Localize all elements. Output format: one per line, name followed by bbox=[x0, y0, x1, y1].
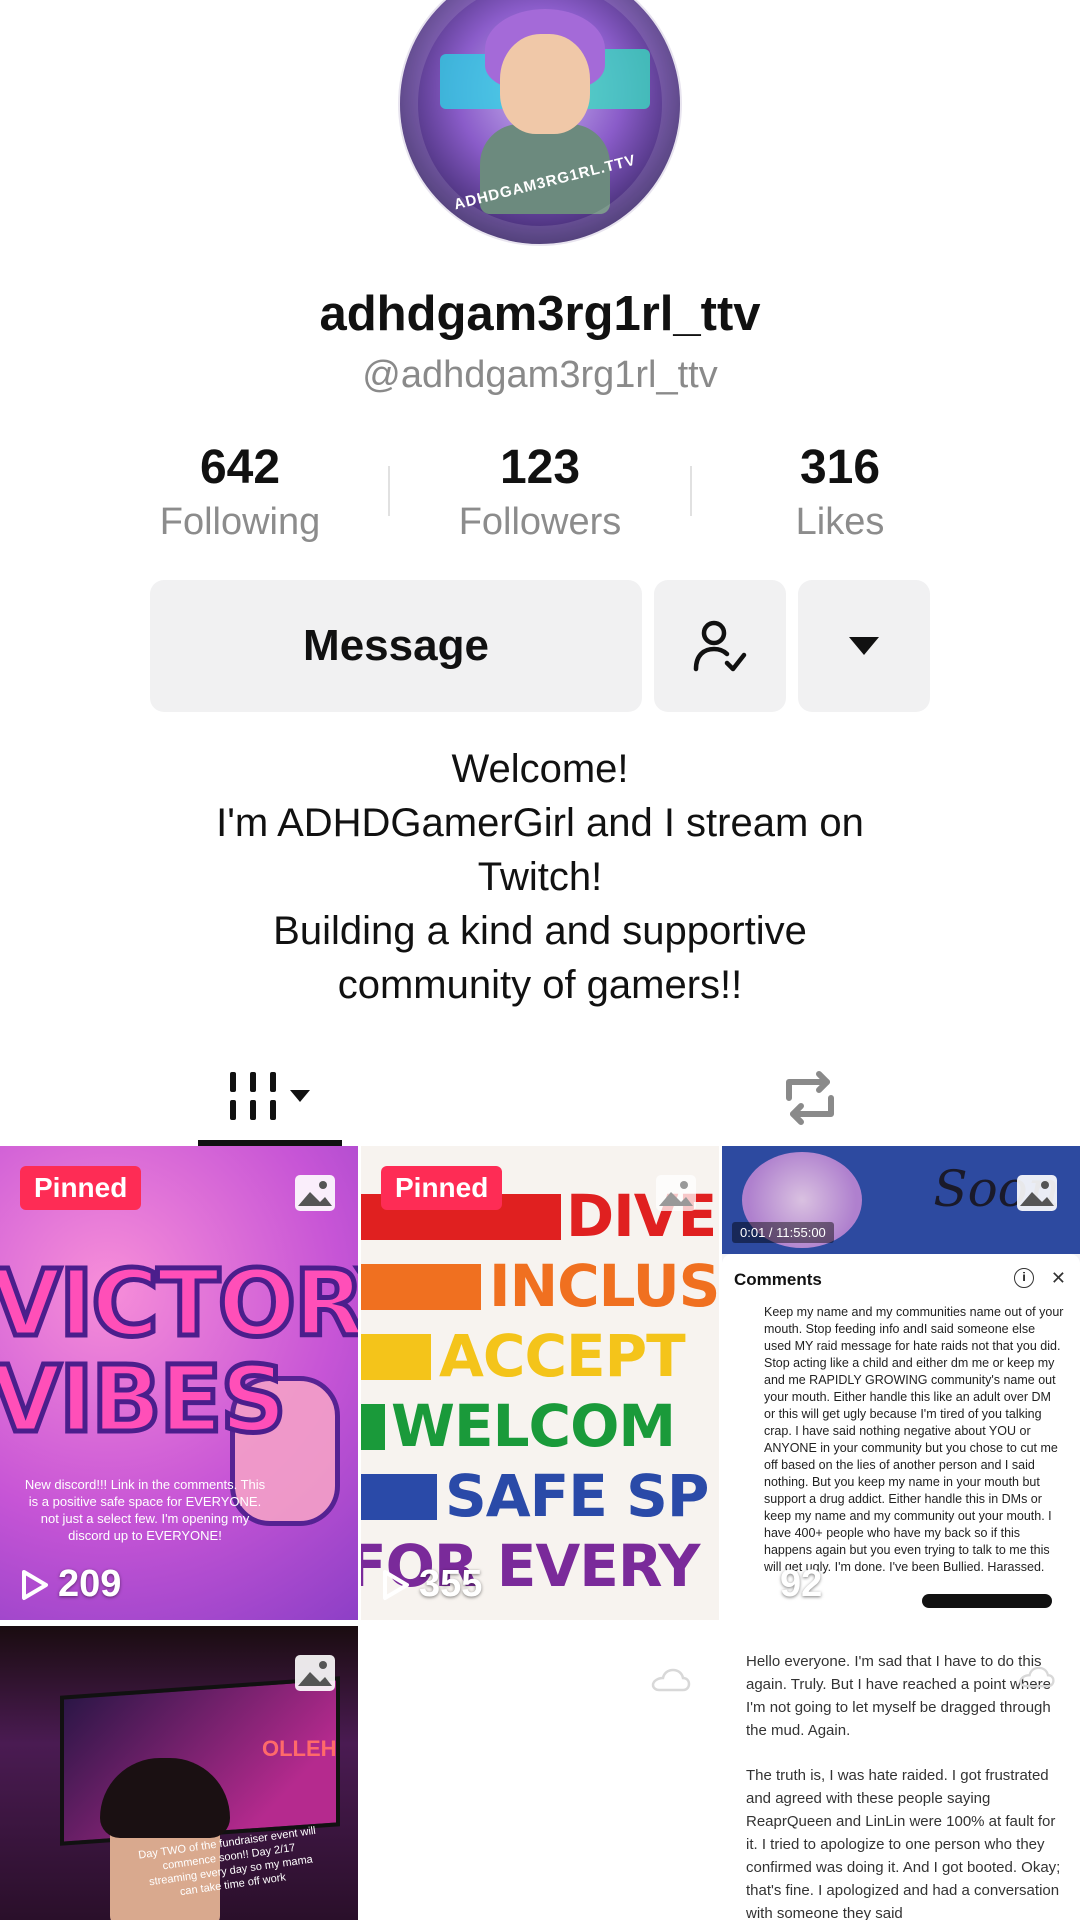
close-icon: ✕ bbox=[1050, 1268, 1066, 1288]
stat-following[interactable]: 642 Following bbox=[120, 440, 360, 544]
post-thumbnail[interactable]: VICTORY VIBES New discord!!! Link in the… bbox=[0, 1146, 358, 1620]
display-name: adhdgam3rg1rl_ttv bbox=[319, 287, 761, 341]
pinned-badge: Pinned bbox=[381, 1166, 503, 1210]
stripe-bar bbox=[361, 1404, 385, 1450]
profile-tabs bbox=[0, 1050, 1080, 1146]
stripe-word: SAFE SP bbox=[445, 1462, 709, 1530]
following-status-button[interactable] bbox=[654, 580, 786, 712]
post-thumbnail[interactable]: Hello everyone. I'm sad that I have to d… bbox=[722, 1626, 1080, 1920]
cloud-icon bbox=[651, 1668, 691, 1692]
following-label: Following bbox=[159, 501, 321, 543]
comments-sheet-title: Comments bbox=[734, 1270, 822, 1289]
play-icon bbox=[383, 1569, 409, 1600]
stripe-word: WELCOM bbox=[391, 1392, 676, 1460]
post-title-line: VICTORY bbox=[0, 1250, 358, 1357]
redaction-mark bbox=[922, 1594, 1052, 1608]
tab-reposts[interactable] bbox=[760, 1050, 860, 1146]
view-count-value: 92 bbox=[780, 1563, 823, 1605]
tab-videos[interactable] bbox=[198, 1050, 342, 1146]
grid-icon bbox=[230, 1072, 310, 1120]
stat-likes[interactable]: 316 Likes bbox=[720, 440, 960, 544]
photo-icon bbox=[295, 1175, 335, 1211]
view-count: 209 bbox=[20, 1563, 121, 1606]
comment-text: Keep my name and my communities name out… bbox=[764, 1305, 1064, 1574]
photo-icon bbox=[656, 1175, 696, 1211]
view-count: 355 bbox=[381, 1563, 482, 1606]
username-handle: @adhdgam3rg1rl_ttv bbox=[362, 354, 718, 396]
caret-down-icon bbox=[849, 637, 879, 655]
post-thumbnail[interactable]: Soon 0:01 / 11:55:00 Comments i ✕ Keep m… bbox=[722, 1146, 1080, 1620]
play-icon bbox=[744, 1569, 770, 1600]
post-thumbnail[interactable]: DIVE INCLUS ACCEPT WELCOM SAFE SP FOR EV… bbox=[361, 1146, 719, 1620]
followers-count: 123 bbox=[499, 441, 581, 494]
doc-paragraph: Hello everyone. I'm sad that I have to d… bbox=[746, 1653, 1051, 1739]
photo-icon bbox=[1017, 1175, 1057, 1211]
stripe-word: ACCEPT bbox=[439, 1322, 686, 1390]
more-options-button[interactable] bbox=[798, 580, 930, 712]
likes-label: Likes bbox=[795, 501, 885, 543]
stripe-bar bbox=[361, 1264, 481, 1310]
color-stripe: ACCEPT bbox=[361, 1322, 719, 1390]
profile-bio: Welcome! I'm ADHDGamerGirl and I stream … bbox=[0, 742, 1080, 1012]
followers-label: Followers bbox=[458, 501, 622, 543]
info-icon: i bbox=[1014, 1268, 1034, 1288]
post-title-art: VICTORY VIBES bbox=[0, 1250, 358, 1453]
stripe-bar bbox=[361, 1474, 437, 1520]
stripe-word: INCLUS bbox=[489, 1252, 719, 1320]
bio-line: Building a kind and supportive bbox=[273, 909, 807, 953]
profile-stats: 642 Following 123 Followers 316 Likes bbox=[0, 440, 1080, 550]
view-count-value: 355 bbox=[419, 1563, 483, 1605]
stats-divider bbox=[388, 466, 390, 516]
posts-grid: VICTORY VIBES New discord!!! Link in the… bbox=[0, 1146, 1080, 1920]
view-count: 92 bbox=[742, 1563, 822, 1606]
pinned-badge: Pinned bbox=[20, 1166, 142, 1210]
color-stripe: WELCOM bbox=[361, 1392, 719, 1460]
color-stripe: SAFE SP bbox=[361, 1462, 719, 1530]
cloud-icon bbox=[1019, 1666, 1055, 1688]
profile-avatar[interactable]: ADHDGAM3RG1RL.TTV bbox=[398, 0, 682, 246]
bio-line: I'm ADHDGamerGirl and I stream on bbox=[216, 801, 864, 845]
color-stripe: INCLUS bbox=[361, 1252, 719, 1320]
repost-icon bbox=[786, 1071, 834, 1125]
stats-divider bbox=[690, 466, 692, 516]
view-count-value: 209 bbox=[58, 1563, 122, 1605]
stat-followers[interactable]: 123 Followers bbox=[420, 440, 660, 544]
video-timestamp: 0:01 / 11:55:00 bbox=[732, 1222, 834, 1243]
following-count: 642 bbox=[199, 441, 281, 494]
post-thumbnail[interactable] bbox=[361, 1626, 719, 1920]
likes-count: 316 bbox=[799, 441, 881, 494]
post-caption: New discord!!! Link in the comments. Thi… bbox=[24, 1477, 266, 1543]
neon-sign-text: OLLEH bbox=[262, 1736, 337, 1761]
bio-line: community of gamers!! bbox=[337, 963, 743, 1007]
post-document-text: Hello everyone. I'm sad that I have to d… bbox=[746, 1650, 1066, 1920]
person-check-icon bbox=[693, 620, 747, 672]
post-thumbnail[interactable]: OLLEH Day TWO of the fundraiser event wi… bbox=[0, 1626, 358, 1920]
stripe-bar bbox=[361, 1334, 431, 1380]
play-icon bbox=[22, 1569, 48, 1600]
post-title-line: VIBES bbox=[0, 1346, 289, 1453]
message-button[interactable]: Message bbox=[150, 580, 642, 712]
avatar-art-ring bbox=[400, 0, 680, 244]
message-button-label: Message bbox=[303, 621, 489, 670]
bio-line: Welcome! bbox=[451, 747, 629, 791]
doc-paragraph: The truth is, I was hate raided. I got f… bbox=[746, 1767, 1061, 1920]
bio-line: Twitch! bbox=[477, 855, 603, 899]
photo-icon bbox=[295, 1655, 335, 1691]
